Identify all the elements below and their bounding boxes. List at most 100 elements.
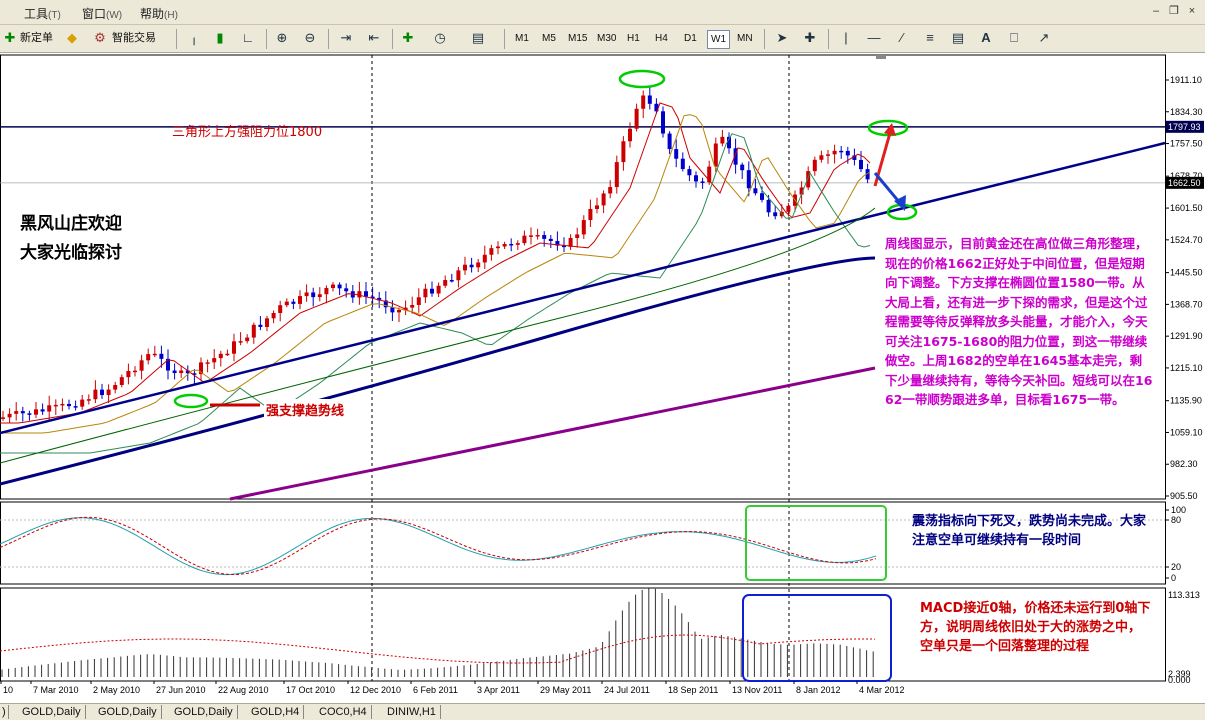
timeframe-m30[interactable]: M30	[594, 30, 619, 47]
price-tick-label: 1445.50	[1170, 268, 1203, 278]
price-tick-label: 1135.90	[1170, 396, 1202, 406]
timeframe-mn[interactable]: MN	[734, 30, 756, 47]
equidistant-channel-icon[interactable]: ▤	[950, 30, 966, 46]
text-icon[interactable]: A	[978, 30, 994, 46]
text-label-icon[interactable]: ⎕	[1006, 30, 1022, 46]
bull-candle	[317, 294, 322, 298]
bull-candle	[251, 324, 256, 338]
warning-icon[interactable]: ◆	[64, 30, 80, 46]
resistance-price-label: 1797.93	[1168, 122, 1201, 132]
resistance-annotation: 三角形上方强阻力位1800	[172, 125, 323, 140]
templates-icon[interactable]: ▤	[470, 30, 486, 46]
price-tick-label: 1524.70	[1170, 235, 1203, 245]
ellipse-top	[618, 69, 666, 89]
timeframe-w1[interactable]: W1	[707, 30, 730, 49]
tab-gold-daily-3[interactable]: GOLD,Daily	[170, 705, 238, 719]
toolbar-separator	[764, 29, 765, 49]
bull-candle	[225, 353, 230, 356]
minimize-icon[interactable]: –	[1148, 4, 1164, 18]
cursor-icon[interactable]: ➤	[774, 30, 790, 46]
candlestick-icon[interactable]: ▮	[212, 30, 228, 46]
bull-candle	[713, 143, 718, 167]
bull-candle	[832, 150, 837, 155]
price-tick-label: 1368.70	[1170, 299, 1203, 309]
menu-window[interactable]: 窗口(W)	[82, 5, 122, 22]
tab-gold-daily-2[interactable]: GOLD,Daily	[94, 705, 162, 719]
tab-gold-h4[interactable]: GOLD,H4	[247, 705, 305, 719]
expert-advisors-button[interactable]: 智能交易	[112, 29, 156, 47]
stoch-tick-label: 20	[1171, 562, 1181, 572]
price-tick-label: 905.50	[1170, 491, 1198, 501]
bull-candle	[621, 141, 626, 163]
chart-shift-icon[interactable]: ⇤	[366, 30, 382, 46]
bear-candle	[159, 353, 164, 359]
zoom-out-icon[interactable]: ⊖	[302, 30, 318, 46]
bear-candle	[364, 291, 368, 297]
expert-advisor-icon: ⚙	[94, 30, 106, 45]
new-order-button[interactable]: 新定单	[20, 29, 53, 47]
bear-candle	[740, 164, 745, 171]
zoom-in-icon[interactable]: ⊕	[274, 30, 290, 46]
auto-scroll-icon[interactable]: ⇥	[338, 30, 354, 46]
bull-candle	[463, 264, 467, 271]
bull-candle	[423, 288, 428, 298]
horizontal-line-icon[interactable]: —	[866, 30, 882, 46]
analysis-text: 周线图显示，目前黄金还在高位做三角形整理，现在的价格1662正好处于中间位置，但…	[885, 234, 1153, 486]
vertical-line-icon[interactable]: |	[838, 30, 854, 46]
indicators-icon[interactable]: ✚	[400, 30, 416, 46]
bull-candle	[522, 235, 527, 244]
toolbar-separator	[176, 29, 177, 49]
line-chart-icon[interactable]: ∟	[240, 30, 256, 46]
stoch-tick-label: 100	[1171, 505, 1186, 515]
trendline-icon[interactable]: ∕	[894, 30, 910, 46]
fibonacci-icon[interactable]: ≡	[922, 30, 938, 46]
periodicity-icon[interactable]: ◷	[432, 30, 448, 46]
bull-candle	[146, 354, 151, 361]
bull-candle	[93, 389, 98, 400]
bull-candle	[7, 413, 12, 418]
close-icon[interactable]: ×	[1184, 4, 1200, 18]
bear-candle	[337, 284, 342, 289]
bull-candle	[535, 235, 540, 237]
bull-candle	[271, 313, 276, 319]
timeframe-m5[interactable]: M5	[539, 30, 559, 47]
price-tick-label: 1911.10	[1170, 75, 1202, 85]
arrows-icon[interactable]: ↗	[1036, 30, 1052, 46]
stoch-tick-label: 0	[1171, 573, 1176, 583]
shift-marker	[876, 55, 886, 59]
bull-candle	[595, 205, 599, 209]
date-tick-label: 13 Nov 2011	[732, 685, 782, 695]
bear-candle	[542, 235, 547, 239]
date-tick-label: 29 May 2011	[540, 685, 591, 695]
bear-candle	[73, 406, 78, 408]
crosshair-icon[interactable]: ✚	[802, 30, 818, 46]
bear-candle	[449, 280, 454, 282]
bear-candle	[291, 301, 296, 304]
welcome-box: 黑风山庄欢迎 大家光临探讨	[14, 206, 138, 276]
timeframe-h1[interactable]: H1	[624, 30, 643, 47]
bear-candle	[845, 150, 850, 156]
tab-coc0-h4[interactable]: COC0,H4	[315, 705, 372, 719]
timeframe-m15[interactable]: M15	[565, 30, 590, 47]
bull-candle	[476, 262, 481, 268]
bull-candle	[34, 409, 38, 415]
menu-tools[interactable]: 工具(T)	[24, 5, 61, 22]
timeframe-h4[interactable]: H4	[652, 30, 671, 47]
bull-candle	[304, 292, 309, 297]
toolbar-separator	[828, 29, 829, 49]
tab-scroll-left[interactable]: )	[0, 705, 9, 719]
tab-gold-daily-1[interactable]: GOLD,Daily	[18, 705, 86, 719]
bar-chart-icon[interactable]: ╷	[186, 30, 202, 46]
restore-icon[interactable]: ❐	[1166, 4, 1182, 18]
bull-candle	[232, 341, 236, 354]
timeframe-d1[interactable]: D1	[681, 30, 700, 47]
tab-diniw-h1[interactable]: DINIW,H1	[383, 705, 441, 719]
bear-candle	[674, 149, 679, 159]
price-tick-label: 1291.90	[1170, 331, 1203, 341]
menu-help[interactable]: 帮助(H)	[140, 5, 178, 22]
welcome-line1: 黑风山庄欢迎	[20, 214, 122, 234]
toolbar-separator	[266, 29, 267, 49]
bear-candle	[753, 188, 758, 194]
timeframe-m1[interactable]: M1	[512, 30, 532, 47]
date-tick-label: 3 Apr 2011	[477, 685, 520, 695]
